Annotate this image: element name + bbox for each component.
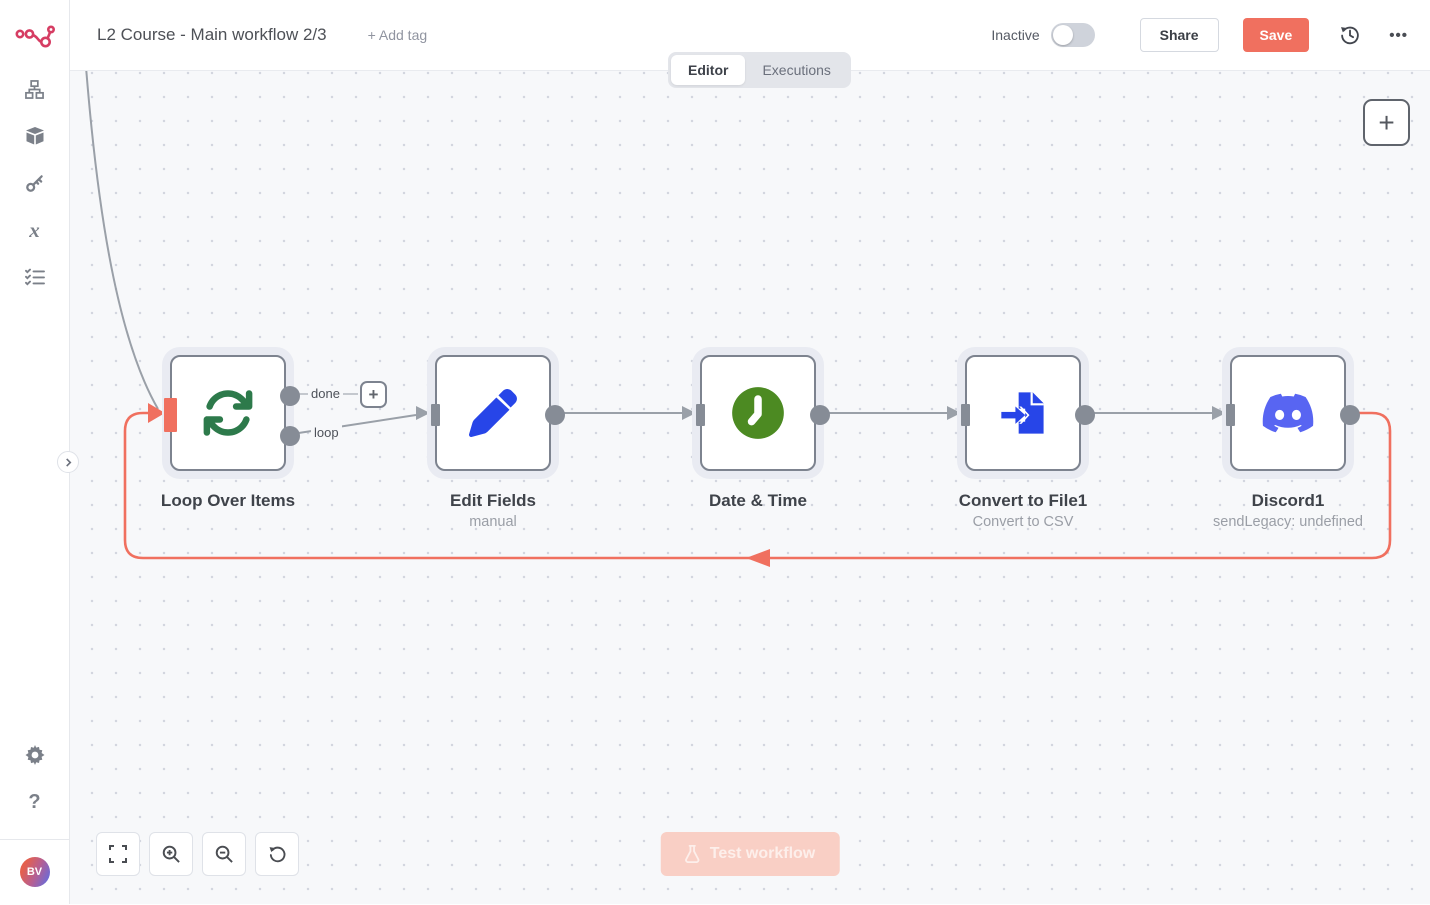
box-icon xyxy=(25,126,45,146)
save-button[interactable]: Save xyxy=(1243,18,1310,52)
node-loop-over-items[interactable]: Loop Over Items xyxy=(170,355,286,471)
toggle-knob xyxy=(1053,25,1073,45)
active-state-label: Inactive xyxy=(991,27,1039,43)
tab-executions[interactable]: Executions xyxy=(745,55,847,85)
input-port[interactable] xyxy=(164,398,177,432)
add-node-button[interactable]: + xyxy=(1363,99,1410,146)
input-port[interactable] xyxy=(1226,404,1235,426)
history-icon xyxy=(1339,24,1361,46)
node-box[interactable] xyxy=(1230,355,1346,471)
reset-zoom-button[interactable] xyxy=(255,832,299,876)
add-node-from-done-button[interactable]: + xyxy=(360,381,387,408)
connection-incoming[interactable] xyxy=(86,71,158,409)
sidebar-item-workflows[interactable] xyxy=(25,79,45,99)
version-history-button[interactable] xyxy=(1338,23,1362,47)
fit-view-button[interactable] xyxy=(96,832,140,876)
sitemap-icon xyxy=(25,80,44,99)
sidebar-item-executions[interactable] xyxy=(25,267,45,287)
discord-icon xyxy=(1260,391,1316,435)
node-box[interactable] xyxy=(700,355,816,471)
arrowhead-left-icon xyxy=(746,549,770,567)
clock-icon xyxy=(730,385,786,441)
sidebar-nav: x xyxy=(25,70,45,287)
node-subtitle: manual xyxy=(469,514,517,530)
input-port[interactable] xyxy=(431,404,440,426)
list-check-icon xyxy=(25,268,45,286)
output-label-done: done xyxy=(308,386,343,401)
zoom-out-button[interactable] xyxy=(202,832,246,876)
fit-view-icon xyxy=(109,845,127,863)
sidebar-expand-button[interactable] xyxy=(57,451,79,473)
connections-layer xyxy=(70,71,1430,905)
arrowhead-icon xyxy=(1212,406,1226,420)
node-edit-fields[interactable]: Edit Fields manual xyxy=(435,355,551,471)
node-convert-to-file[interactable]: Convert to File1 Convert to CSV xyxy=(965,355,1081,471)
flask-icon xyxy=(685,845,700,863)
gear-icon xyxy=(25,745,45,765)
input-port[interactable] xyxy=(961,404,970,426)
node-title: Loop Over Items xyxy=(161,491,295,511)
more-options-button[interactable]: ••• xyxy=(1389,27,1408,44)
zoom-in-button[interactable] xyxy=(149,832,193,876)
node-box[interactable] xyxy=(170,355,286,471)
sidebar-item-credentials[interactable] xyxy=(25,173,45,193)
output-port[interactable] xyxy=(810,405,830,425)
arrowhead-icon xyxy=(947,406,961,420)
workflow-title[interactable]: L2 Course - Main workflow 2/3 xyxy=(97,25,327,45)
left-sidebar: x ? BV xyxy=(0,0,70,904)
node-box[interactable] xyxy=(435,355,551,471)
n8n-logo[interactable] xyxy=(0,0,69,70)
file-import-icon xyxy=(997,387,1049,439)
sidebar-item-templates[interactable] xyxy=(25,126,45,146)
node-title: Date & Time xyxy=(709,491,807,511)
output-port-loop[interactable] xyxy=(280,426,300,446)
sidebar-item-settings[interactable] xyxy=(25,745,45,765)
workflow-canvas[interactable]: done loop + Loop Over Items Edit Fields … xyxy=(70,70,1430,904)
key-icon xyxy=(25,174,44,193)
node-subtitle: sendLegacy: undefined xyxy=(1213,514,1363,530)
node-box[interactable] xyxy=(965,355,1081,471)
test-workflow-button[interactable]: Test workflow xyxy=(661,832,840,876)
node-date-time[interactable]: Date & Time xyxy=(700,355,816,471)
node-title: Edit Fields xyxy=(450,491,536,511)
n8n-logo-icon xyxy=(15,22,55,48)
avatar-initials: BV xyxy=(27,866,42,878)
topbar-actions: Inactive Share Save ••• xyxy=(991,18,1408,52)
node-title: Discord1 xyxy=(1252,491,1325,511)
tab-editor[interactable]: Editor xyxy=(671,55,745,85)
output-port[interactable] xyxy=(545,405,565,425)
pencil-icon xyxy=(469,389,517,437)
zoom-out-icon xyxy=(215,845,234,864)
output-port-done[interactable] xyxy=(280,386,300,406)
sidebar-item-help[interactable]: ? xyxy=(25,792,45,812)
zoom-in-icon xyxy=(162,845,181,864)
arrowhead-icon xyxy=(682,406,696,420)
node-subtitle: Convert to CSV xyxy=(973,514,1074,530)
add-tag-button[interactable]: + Add tag xyxy=(368,27,428,43)
loop-icon xyxy=(202,387,254,439)
editor-executions-tabs: Editor Executions xyxy=(668,52,851,88)
avatar[interactable]: BV xyxy=(20,857,50,887)
node-title: Convert to File1 xyxy=(959,491,1087,511)
arrowhead-icon xyxy=(416,406,430,420)
sidebar-bottom: ? BV xyxy=(0,745,69,904)
output-label-loop: loop xyxy=(311,425,342,440)
active-toggle[interactable] xyxy=(1051,23,1095,47)
avatar-zone: BV xyxy=(0,839,69,904)
input-port[interactable] xyxy=(696,404,705,426)
chevron-right-icon xyxy=(64,458,73,467)
reset-zoom-icon xyxy=(268,845,287,864)
sidebar-item-variables[interactable]: x xyxy=(25,220,45,240)
test-workflow-label: Test workflow xyxy=(710,845,816,863)
variables-icon: x xyxy=(29,220,40,241)
canvas-controls xyxy=(96,832,299,876)
question-icon: ? xyxy=(28,792,40,812)
share-button[interactable]: Share xyxy=(1140,18,1219,52)
node-discord[interactable]: Discord1 sendLegacy: undefined xyxy=(1230,355,1346,471)
output-port[interactable] xyxy=(1075,405,1095,425)
output-port[interactable] xyxy=(1340,405,1360,425)
